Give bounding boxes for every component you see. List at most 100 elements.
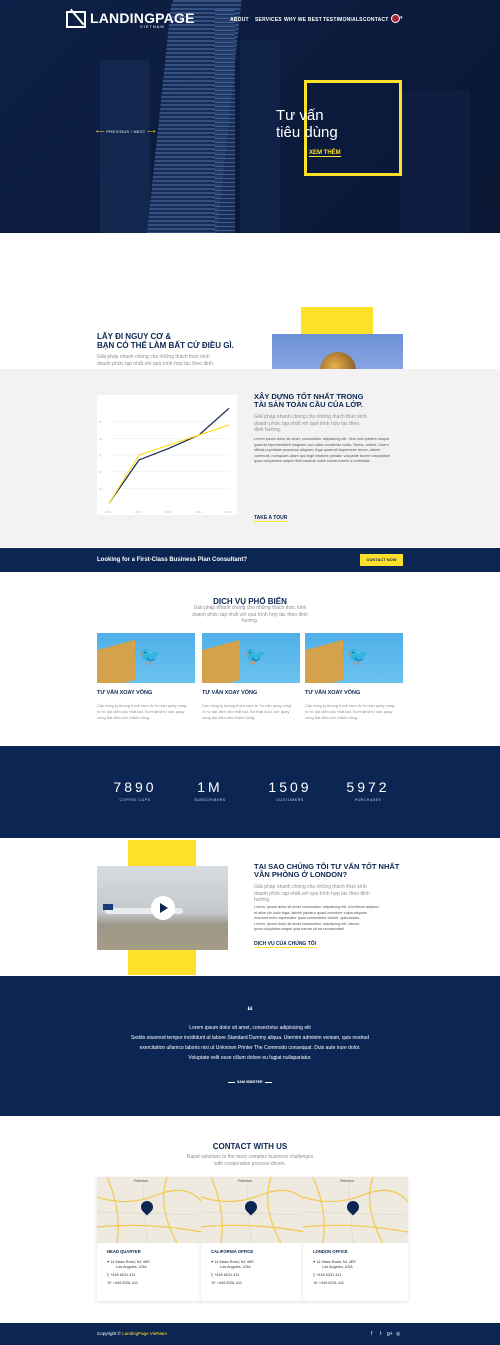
facebook-icon[interactable]: f xyxy=(371,1331,372,1337)
stat-number: 5972 xyxy=(346,779,390,795)
nav-about[interactable]: ABOUT xyxy=(230,17,249,23)
slider-sep: / xyxy=(130,129,133,134)
arrow-right-icon[interactable]: ⟶ xyxy=(147,129,156,135)
prev-button[interactable]: PREVIOUS xyxy=(106,129,129,134)
service-title[interactable]: TƯ VẤN XOAY VÒNG xyxy=(97,690,152,696)
risk-desc-line: Giải pháp nhanh chóng cho những thách th… xyxy=(97,354,210,360)
service-image[interactable]: 🐦 xyxy=(97,633,195,683)
build-title-line: TÀI SẢN TOÀN CẦU CỦA LỚP. xyxy=(254,400,363,409)
build-body-line: officiis cupiditate possimus aliquam, fu… xyxy=(254,448,381,452)
why-intro-line: doanh phức tạp nhất với quá trình hợp tá… xyxy=(254,890,370,897)
phone-number: +445 6231 411 xyxy=(216,1281,242,1285)
risk-title-line: BẠN CÓ THỂ LÀM BẤT CỨ ĐIỀU GÌ. xyxy=(97,340,234,350)
service-title[interactable]: TƯ VẤN XOAY VÒNG xyxy=(202,690,257,696)
take-tour-link[interactable]: TAKE A TOUR xyxy=(254,515,288,522)
service-desc-line: vòng đại diện cho thành công. xyxy=(305,715,359,720)
building-bg xyxy=(100,60,150,233)
office-address-line: Los Angeles, USA xyxy=(220,1265,251,1269)
risk-desc: Giải pháp nhanh chóng cho những thách th… xyxy=(97,354,213,368)
hero-title: Tư vấn tiêu dùng xyxy=(276,107,338,141)
x-tick-label: 2025 xyxy=(225,510,232,514)
chart-card: 50 40 30 20 10 2021 2022 2023 2024 2025 xyxy=(97,395,237,515)
play-button[interactable] xyxy=(151,896,175,920)
phone-number: +445 6231 411 xyxy=(316,1273,342,1277)
wall-shape xyxy=(97,639,135,683)
x-tick-label: 2024 xyxy=(195,510,202,514)
testimonial-author: SAM ISBISTER xyxy=(237,1080,263,1084)
nav-why-we-best[interactable]: WHY WE BEST xyxy=(284,17,322,23)
building-bg xyxy=(400,90,470,233)
divider xyxy=(265,1082,272,1083)
hero-title-line: Tư vấn xyxy=(276,107,324,124)
language-flag-icon[interactable] xyxy=(391,14,400,23)
service-image[interactable]: 🐦 xyxy=(202,633,300,683)
copyright-text: Copyright © xyxy=(97,1331,123,1336)
risk-desc-line: doanh phức tạp nhất với quá trình hợp tá… xyxy=(97,361,213,367)
stat-number: 1509 xyxy=(268,779,312,795)
service-image[interactable]: 🐦 xyxy=(305,633,403,683)
build-body-line: Lorem ipsum dolor sit amet, consectetur … xyxy=(254,437,391,441)
map-label: Paterson xyxy=(340,1179,355,1183)
why-intro: Giải pháp nhanh chóng cho những thách th… xyxy=(254,884,370,904)
logo-icon[interactable] xyxy=(66,11,86,28)
build-body-line: quas voluptatem eaque nihil maxime nobis… xyxy=(254,459,371,463)
testimonial-line: exercitation ullamco laboris nisi ut Unk… xyxy=(139,1045,361,1051)
bird-icon: 🐦 xyxy=(244,646,267,666)
x-tick-label: 2022 xyxy=(135,510,142,514)
map-label: Paterson xyxy=(238,1179,253,1183)
services-subtitle: Giải pháp nhanh chóng cho những thách th… xyxy=(0,605,500,625)
chevron-down-icon[interactable]: ▾ xyxy=(400,15,403,21)
building-bg xyxy=(240,40,280,233)
office-map[interactable]: Paterson xyxy=(201,1177,306,1243)
build-intro-line: định hướng. xyxy=(254,427,282,433)
testimonial-line: Voluptate velit esse cillum dolore eu fu… xyxy=(188,1055,312,1061)
twitter-icon[interactable]: t xyxy=(380,1331,381,1337)
tower-image xyxy=(215,10,235,233)
contact-now-button[interactable]: CONTACT NOW xyxy=(360,554,403,566)
phone-number: +445 6231 411 xyxy=(214,1273,240,1277)
hero-title-line: tiêu dùng xyxy=(276,124,338,141)
office-map[interactable]: Paterson xyxy=(303,1177,408,1243)
office-info: HEAD QUARTER ⌖ 14 Maxs Road, N1 4EE Los … xyxy=(107,1249,150,1286)
wall-shape xyxy=(202,639,240,683)
office-map[interactable]: Paterson xyxy=(97,1177,202,1243)
instagram-icon[interactable]: ◎ xyxy=(396,1331,400,1337)
office-phone: ▯ +445 6231 411 xyxy=(211,1273,254,1278)
stat-label: COFFEE CUPS xyxy=(119,798,151,802)
service-title[interactable]: TƯ VẤN XOAY VÒNG xyxy=(305,690,360,696)
hero-more-link[interactable]: XEM THÊM xyxy=(309,150,341,157)
y-tick-label: 50 xyxy=(99,420,103,424)
logo-subtext: VIETNAM xyxy=(140,24,165,29)
contact-sub-line: with cooperative process-driven. xyxy=(214,1161,286,1167)
stat-label: PURCHASES xyxy=(354,798,382,802)
service-desc: Các công ty không thích cụm từ 'tư vấn q… xyxy=(305,703,395,721)
nav-contact[interactable]: CONTACT xyxy=(363,17,388,23)
hero-section xyxy=(0,0,500,233)
nav-services[interactable]: SERVICES xyxy=(255,17,282,23)
stat-label: SUBSCRIBERS xyxy=(194,798,226,802)
contact-sub-line: Rapid solutions to the most complex busi… xyxy=(186,1154,314,1160)
wall-shape xyxy=(305,639,343,683)
office-phone: ☏ +445 6231 411 xyxy=(107,1281,150,1286)
play-icon xyxy=(160,903,168,913)
our-services-link[interactable]: DỊCH VỤ CỦA CHÚNG TÔI xyxy=(254,941,317,948)
quote-icon: “ xyxy=(247,1004,253,1018)
risk-title: LẤY ĐI NGUY CƠ & BẠN CÓ THỂ LÀM BẤT CỨ Đ… xyxy=(97,332,234,350)
testimonial-line: Seddo eiusmod tempor incididunt ut labor… xyxy=(130,1035,370,1041)
google-plus-icon[interactable]: g+ xyxy=(387,1331,393,1337)
stat-number: 1M xyxy=(197,779,223,795)
office-info: LONDON OFFICE ⌖ 14 Maxs Road, N1 4EE Los… xyxy=(313,1249,356,1286)
why-intro-line: Giải pháp nhanh chóng cho những thách th… xyxy=(254,884,367,890)
cta-text: Looking for a First-Class Business Plan … xyxy=(97,557,248,563)
balloon-shape xyxy=(320,352,356,370)
build-section xyxy=(0,369,500,547)
phone-number: +445 6231 411 xyxy=(112,1281,138,1285)
copyright: Copyright © LandingPage VietNam xyxy=(97,1331,167,1336)
nav-testimonials[interactable]: TESTIMONIALS xyxy=(323,17,363,23)
why-intro-line: hướng. xyxy=(254,897,271,903)
phone-number: +445 6231 411 xyxy=(110,1273,136,1277)
x-tick-label: 2021 xyxy=(105,510,112,514)
next-button[interactable]: NEXT xyxy=(134,129,146,134)
arrow-left-icon[interactable]: ⟵ xyxy=(96,129,105,135)
brand-link[interactable]: LandingPage VietNam xyxy=(122,1331,167,1336)
